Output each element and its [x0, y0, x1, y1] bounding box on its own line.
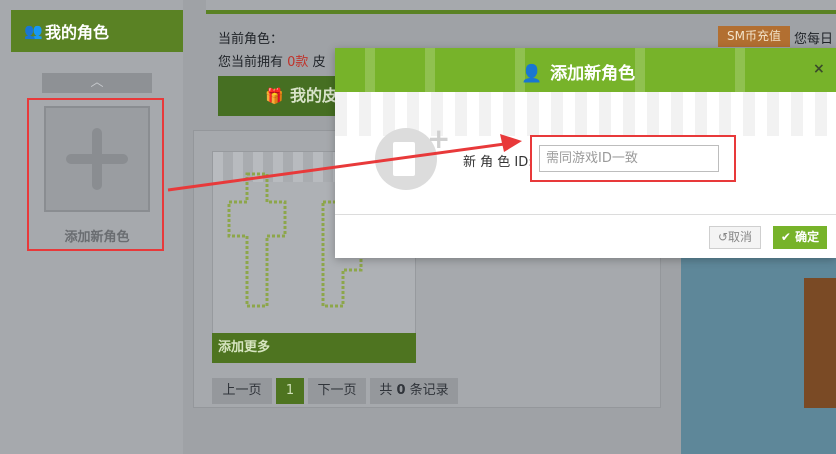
sidebar-title: 我的角色 [45, 23, 110, 42]
user-icon: 👤 [521, 64, 543, 84]
sidebar-header: 👥 我的角色 [11, 10, 183, 52]
owned-count: 0款 [287, 55, 309, 70]
page-1-button[interactable]: 1 [276, 378, 304, 404]
plus-badge-icon: + [427, 122, 451, 155]
total-prefix: 共 [379, 383, 397, 398]
my-skins-label: 我的皮 [290, 86, 338, 105]
next-page-button[interactable]: 下一页 [308, 378, 366, 404]
total-records: 共 0 条记录 [370, 378, 458, 404]
my-skins-button[interactable]: 🎁 我的皮 [218, 76, 338, 116]
close-icon[interactable]: × [813, 61, 825, 77]
gift-icon: 🎁 [265, 87, 284, 105]
confirm-button[interactable]: ✔ 确定 [773, 226, 827, 249]
annotation-highlight-box [27, 98, 164, 251]
background-image [681, 258, 836, 454]
annotation-highlight-box [530, 135, 736, 182]
daily-text: 您每日 [794, 32, 834, 47]
owned-suffix: 皮 [308, 55, 326, 70]
users-icon: 👥 [24, 22, 43, 40]
chevron-up-icon: ︿ [90, 75, 104, 90]
cancel-label: 取消 [728, 230, 753, 244]
add-role-dialog: 👤 添加新角色 × + 新 角 色 ID: ↺取消 ✔ 确定 [335, 48, 836, 258]
role-id-label: 新 角 色 ID: [463, 155, 533, 170]
background-image-detail [804, 278, 836, 408]
sm-recharge-button[interactable]: SM币充值 [718, 26, 790, 47]
owned-prefix: 您当前拥有 [218, 55, 288, 70]
add-more-button[interactable]: 添加更多 [212, 333, 416, 363]
scroll-up-button[interactable]: ︿ [42, 73, 152, 93]
cancel-button[interactable]: ↺取消 [709, 226, 761, 249]
current-role-label: 当前角色： [218, 32, 284, 47]
dialog-title-text: 添加新角色 [550, 64, 636, 84]
top-bar [206, 0, 836, 14]
confirm-label: 确定 [795, 230, 820, 244]
total-suffix: 条记录 [405, 383, 449, 398]
check-icon: ✔ [780, 230, 796, 244]
owned-count-text: 您当前拥有 0款 皮 [218, 51, 326, 70]
undo-icon: ↺ [717, 230, 729, 244]
prev-page-button[interactable]: 上一页 [212, 378, 272, 404]
door-icon [393, 142, 415, 176]
dialog-title: 👤 添加新角色 [521, 59, 635, 84]
total-count: 0 [396, 383, 406, 398]
